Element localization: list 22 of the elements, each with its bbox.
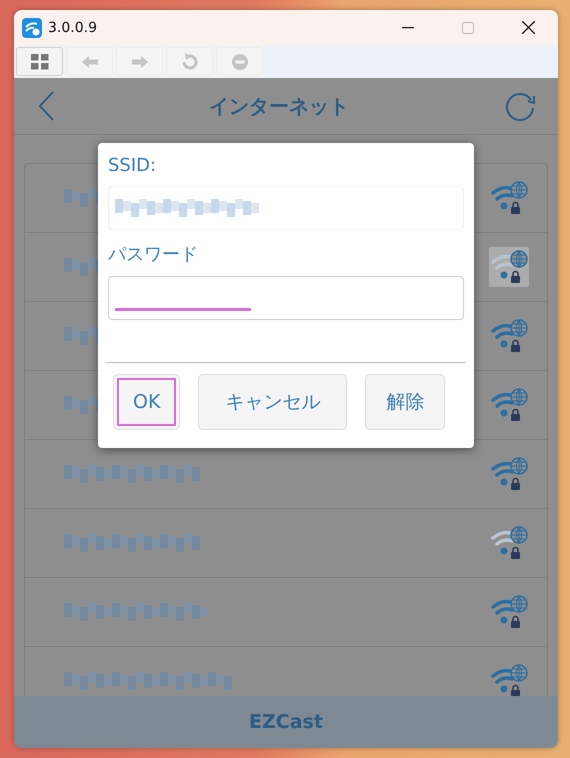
window-title: 3.0.0.9 [48,20,98,36]
password-field[interactable] [108,276,464,320]
dialog-button[interactable]: キャンセル [198,374,348,430]
dialog-button[interactable]: OK [113,374,180,430]
ssid-label: SSID: [108,155,156,176]
back-chevron-icon[interactable] [38,91,54,121]
minimize-icon [402,26,414,28]
app-logo-icon [22,18,42,38]
password-label: パスワード [108,243,198,266]
dialog-button[interactable]: 解除 [365,374,446,430]
refresh-icon[interactable] [504,91,536,121]
toolbar-button[interactable] [16,47,63,76]
arrow-right-icon [132,56,148,68]
ssid-field[interactable] [108,186,464,230]
grid-icon [30,54,48,70]
arrow-left-icon [82,56,98,68]
reload-icon [180,52,198,70]
page-title: インターネット [208,92,350,120]
stop-icon [232,54,248,70]
maximize-icon [462,22,474,34]
footer-title: EZCast [249,711,323,733]
close-icon [522,21,534,34]
